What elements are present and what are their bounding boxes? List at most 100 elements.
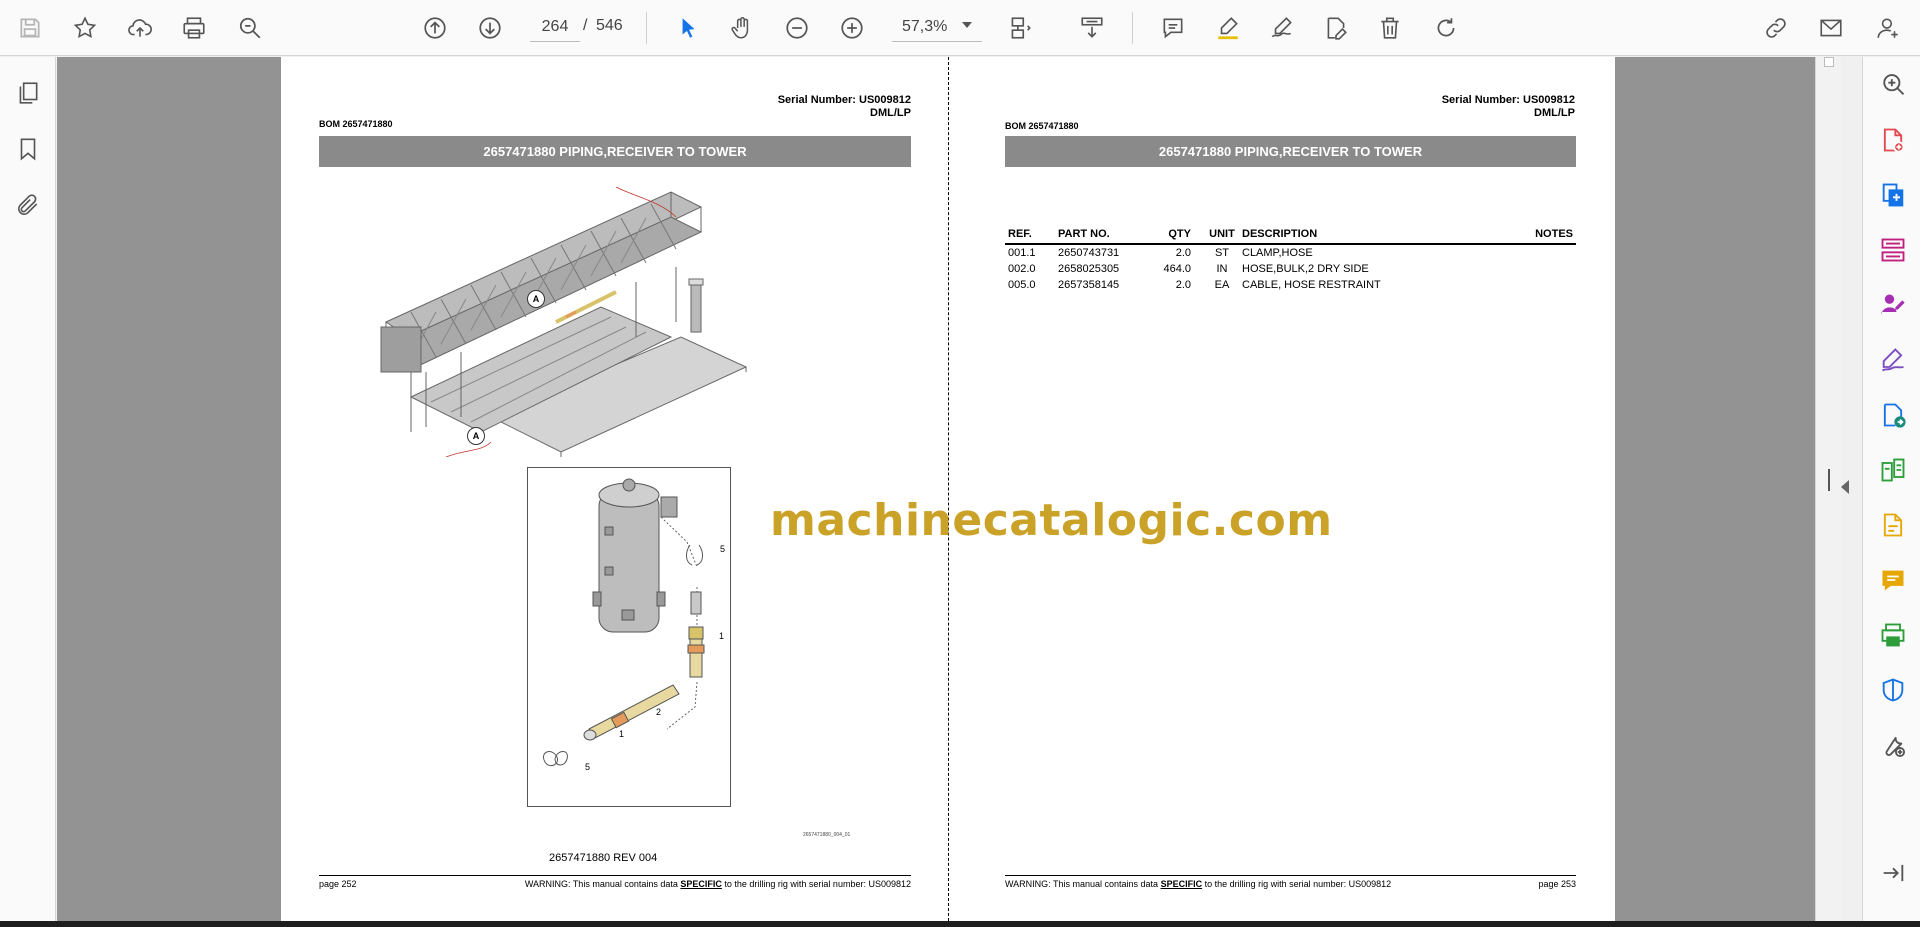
scroll-mode-icon[interactable] <box>1074 10 1110 46</box>
detail-label-2: 2 <box>656 707 662 717</box>
serial-sub: DML/LP <box>870 107 911 119</box>
page-title: 2657471880 PIPING,RECEIVER TO TOWER <box>1158 144 1423 159</box>
page-number-input[interactable]: 264 <box>530 12 580 42</box>
table-row: 002.0 2658025305 464.0 IN HOSE,BULK,2 DR… <box>1005 261 1576 277</box>
detail-view-drawing <box>543 478 705 767</box>
expand-right-pane-icon[interactable] <box>1841 480 1849 494</box>
col-unit-header: UNIT <box>1205 226 1239 245</box>
highlight-icon[interactable] <box>1210 10 1246 46</box>
scrollbar-thumb[interactable] <box>1824 57 1834 67</box>
col-qty-header: QTY <box>1145 226 1205 245</box>
pages-icon[interactable] <box>10 75 46 111</box>
rotate-icon[interactable] <box>1428 10 1464 46</box>
bom-number: BOM 2657471880 <box>1005 121 1079 131</box>
serial-sub: DML/LP <box>1534 107 1575 119</box>
cell-unit: EA <box>1214 279 1230 291</box>
star-icon[interactable] <box>67 10 103 46</box>
cell-ref: 002.0 <box>1008 263 1036 275</box>
next-page-icon[interactable] <box>472 10 508 46</box>
drawing-reference: 2657471880_004_01 <box>803 832 851 838</box>
save-icon[interactable] <box>12 10 48 46</box>
compare-icon[interactable] <box>1877 454 1909 486</box>
print-icon[interactable] <box>176 10 212 46</box>
col-part-header: PART NO. <box>1055 226 1145 245</box>
fill-sign-icon[interactable] <box>1877 344 1909 376</box>
page-fit-icon[interactable] <box>1002 10 1038 46</box>
attachment-icon[interactable] <box>10 187 46 223</box>
pdf-page-left: Serial Number: US009812 DML/LP BOM 26574… <box>281 57 949 921</box>
select-cursor-icon[interactable] <box>670 10 706 46</box>
cell-ref: 005.0 <box>1008 279 1036 291</box>
cell-qty: 2.0 <box>1175 279 1191 291</box>
protect-icon[interactable] <box>1877 674 1909 706</box>
cell-unit: ST <box>1214 247 1230 259</box>
footer-warning-emphasis: SPECIFIC <box>680 879 722 889</box>
col-ref-header: REF. <box>1005 226 1055 245</box>
collapse-panel-icon[interactable] <box>1877 857 1909 889</box>
zoom-search-icon[interactable] <box>1877 69 1909 101</box>
cell-notes <box>1498 244 1576 261</box>
request-signature-icon[interactable] <box>1877 289 1909 321</box>
cell-part: 2650743731 <box>1058 247 1120 259</box>
share-link-icon[interactable] <box>1758 10 1794 46</box>
comment-panel-icon[interactable] <box>1877 564 1909 596</box>
detail-label-1-right: 1 <box>719 631 725 641</box>
pdf-page-right: Serial Number: US009812 DML/LP BOM 26574… <box>949 57 1615 921</box>
chevron-down-icon[interactable] <box>962 22 972 28</box>
footer-rule <box>319 875 911 876</box>
pdf-viewer-app: 264 / 546 57,3% Serial Number: US009812 … <box>0 0 1920 921</box>
cell-notes <box>1498 261 1576 277</box>
print-production-icon[interactable] <box>1877 619 1909 651</box>
cell-notes <box>1498 277 1576 293</box>
search-zoom-icon[interactable] <box>232 10 268 46</box>
organize-pages-icon[interactable] <box>1877 234 1909 266</box>
page-total: 546 <box>596 17 623 34</box>
cloud-upload-icon[interactable] <box>122 10 158 46</box>
zoom-in-icon[interactable] <box>834 10 870 46</box>
email-icon[interactable] <box>1813 10 1849 46</box>
hand-icon[interactable] <box>724 10 760 46</box>
vertical-scrollbar[interactable] <box>1815 57 1841 921</box>
serial-number: Serial Number: US009812 <box>777 94 911 106</box>
footer-warning: WARNING: This manual contains data SPECI… <box>513 879 911 889</box>
page-title-bar: 2657471880 PIPING,RECEIVER TO TOWER <box>1005 136 1576 167</box>
export-pdf-icon[interactable] <box>1877 179 1909 211</box>
col-notes-header: NOTES <box>1497 226 1576 245</box>
footer-warning-post: to the drilling rig with serial number: … <box>721 879 911 889</box>
create-pdf-icon[interactable] <box>1877 124 1909 156</box>
detail-label-1-left: 1 <box>619 729 625 739</box>
cell-qty: 464.0 <box>1163 263 1191 275</box>
footer-warning-pre: WARNING: This manual contains data <box>524 879 681 889</box>
sign-icon[interactable] <box>1264 10 1300 46</box>
cell-part: 2658025305 <box>1058 263 1120 275</box>
cell-desc: HOSE,BULK,2 DRY SIDE <box>1242 263 1369 275</box>
rig-isometric-drawing <box>380 187 748 457</box>
edit-pdf-icon[interactable] <box>1318 10 1354 46</box>
callout-a-main: A <box>527 290 545 308</box>
parts-table: REF. PART NO. QTY UNIT DESCRIPTION NOTES… <box>1005 226 1576 293</box>
watermark-text: machinecatalogic.com <box>770 495 1333 546</box>
top-toolbar: 264 / 546 57,3% <box>0 0 1920 56</box>
right-tools-panel <box>1862 57 1920 921</box>
splitter-grip[interactable] <box>1828 469 1830 491</box>
document-view[interactable]: Serial Number: US009812 DML/LP BOM 26574… <box>57 57 1815 921</box>
edit-doc-icon[interactable] <box>1877 509 1909 541</box>
zoom-out-icon[interactable] <box>779 10 815 46</box>
callout-a-label: A <box>532 294 540 304</box>
more-tools-icon[interactable] <box>1877 729 1909 761</box>
bookmark-icon[interactable] <box>10 131 46 167</box>
table-header-row: REF. PART NO. QTY UNIT DESCRIPTION NOTES <box>1005 226 1576 245</box>
comment-icon[interactable] <box>1155 10 1191 46</box>
prev-page-icon[interactable] <box>417 10 453 46</box>
convert-pdf-icon[interactable] <box>1877 399 1909 431</box>
table-row: 001.1 2650743731 2.0 ST CLAMP,HOSE <box>1005 244 1576 261</box>
delete-icon[interactable] <box>1372 10 1408 46</box>
account-icon[interactable] <box>1870 10 1906 46</box>
serial-number: Serial Number: US009812 <box>1441 94 1575 106</box>
page-separator: / <box>583 17 588 34</box>
cell-ref: 001.1 <box>1008 247 1036 259</box>
footer-warning: WARNING: This manual contains data SPECI… <box>1005 879 1391 889</box>
revision-label: 2657471880 REV 004 <box>549 852 658 864</box>
cell-unit: IN <box>1216 263 1228 275</box>
detail-label-5-top: 5 <box>720 544 726 554</box>
